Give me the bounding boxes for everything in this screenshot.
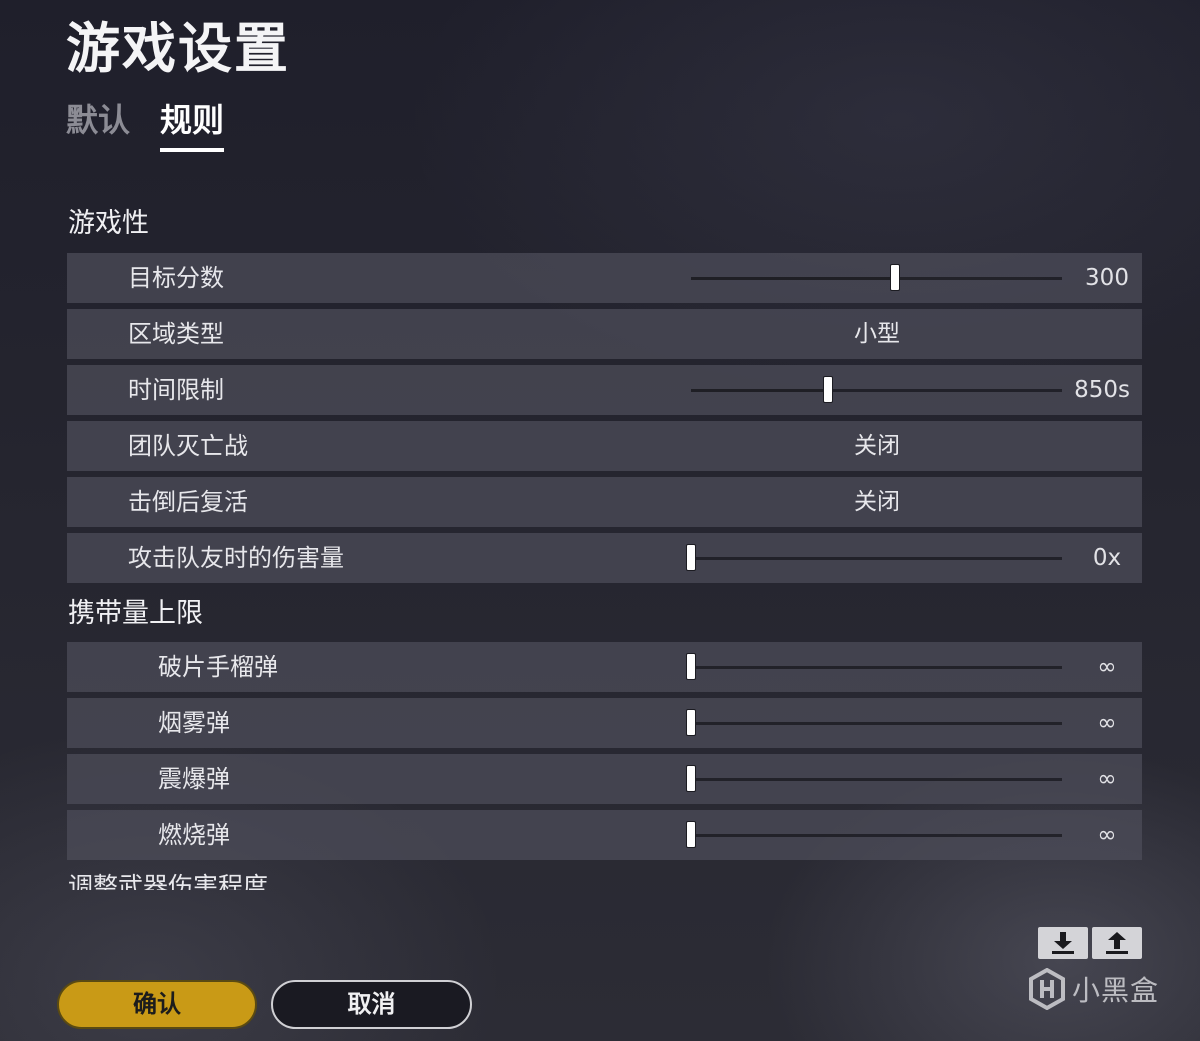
team-elimination-selector[interactable]: 关闭 [827, 421, 927, 471]
setting-row-frag-grenade[interactable]: 破片手榴弹 ∞ [67, 642, 1142, 692]
molotov-slider[interactable] [686, 821, 1062, 848]
tab-rules[interactable]: 规则 [160, 98, 225, 152]
setting-label: 烟雾弹 [158, 709, 230, 737]
setting-row-team-elimination[interactable]: 团队灭亡战 关闭 [67, 421, 1142, 471]
setting-row-zone-type[interactable]: 区域类型 小型 [67, 309, 1142, 359]
slider-thumb[interactable] [686, 544, 696, 571]
section-title-weapon-damage: 调整武器伤害程度 [68, 872, 269, 890]
slider-fill [691, 389, 829, 392]
setting-label: 破片手榴弹 [158, 653, 278, 681]
tab-default[interactable]: 默认 [66, 98, 130, 152]
frag-grenade-slider[interactable] [686, 653, 1062, 680]
setting-label: 目标分数 [128, 264, 224, 292]
slider-thumb[interactable] [686, 709, 696, 736]
setting-label: 攻击队友时的伤害量 [128, 544, 344, 572]
section-title-carry-limit: 携带量上限 [68, 598, 203, 629]
setting-value: ∞ [1097, 822, 1117, 848]
setting-value: ∞ [1097, 710, 1117, 736]
time-limit-slider[interactable] [691, 376, 1062, 403]
setting-label: 时间限制 [128, 376, 224, 404]
watermark: 小黑盒 [1028, 968, 1159, 1010]
setting-row-molotov[interactable]: 燃烧弹 ∞ [67, 810, 1142, 860]
upload-icon [1106, 932, 1128, 954]
setting-label: 团队灭亡战 [128, 432, 248, 460]
smoke-grenade-slider[interactable] [686, 709, 1062, 736]
setting-row-flashbang[interactable]: 震爆弹 ∞ [67, 754, 1142, 804]
setting-value: ∞ [1097, 654, 1117, 680]
slider-fill [691, 277, 896, 280]
setting-label: 击倒后复活 [128, 488, 248, 516]
setting-row-time-limit[interactable]: 时间限制 850s [67, 365, 1142, 415]
section-title-gameplay: 游戏性 [68, 208, 149, 239]
page-title: 游戏设置 [66, 17, 290, 80]
setting-value: 0x [1092, 545, 1122, 571]
setting-row-revive-after-knock[interactable]: 击倒后复活 关闭 [67, 477, 1142, 527]
tab-bar: 默认 规则 [66, 98, 225, 152]
import-settings-button[interactable] [1038, 927, 1088, 959]
friendly-fire-slider[interactable] [686, 544, 1062, 571]
slider-thumb[interactable] [890, 264, 901, 291]
carry-limit-settings-list: 破片手榴弹 ∞ 烟雾弹 ∞ 震爆弹 ∞ 燃烧弹 ∞ [67, 642, 1142, 860]
setting-value: ∞ [1097, 766, 1117, 792]
slider-thumb[interactable] [686, 765, 696, 792]
setting-label: 震爆弹 [158, 765, 230, 793]
slider-thumb[interactable] [686, 821, 696, 848]
cancel-button[interactable]: 取消 [271, 980, 472, 1029]
flashbang-slider[interactable] [686, 765, 1062, 792]
gameplay-settings-list: 目标分数 300 区域类型 小型 时间限制 850s 团队灭亡战 关闭 击倒后复… [67, 253, 1142, 583]
zone-type-selector[interactable]: 小型 [827, 309, 927, 359]
confirm-button[interactable]: 确认 [57, 980, 257, 1029]
target-score-slider[interactable] [691, 264, 1062, 291]
setting-label: 燃烧弹 [158, 821, 230, 849]
setting-row-smoke-grenade[interactable]: 烟雾弹 ∞ [67, 698, 1142, 748]
setting-value: 850s [1074, 377, 1130, 403]
slider-thumb[interactable] [823, 376, 834, 403]
revive-selector[interactable]: 关闭 [827, 477, 927, 527]
heybox-logo-icon [1029, 968, 1065, 1010]
setting-row-friendly-fire[interactable]: 攻击队友时的伤害量 0x [67, 533, 1142, 583]
export-settings-button[interactable] [1092, 927, 1142, 959]
setting-value: 300 [1085, 265, 1129, 291]
setting-label: 区域类型 [128, 320, 224, 348]
watermark-text: 小黑盒 [1072, 974, 1160, 1007]
slider-thumb[interactable] [686, 653, 696, 680]
download-icon [1052, 932, 1074, 954]
setting-row-target-score[interactable]: 目标分数 300 [67, 253, 1142, 303]
